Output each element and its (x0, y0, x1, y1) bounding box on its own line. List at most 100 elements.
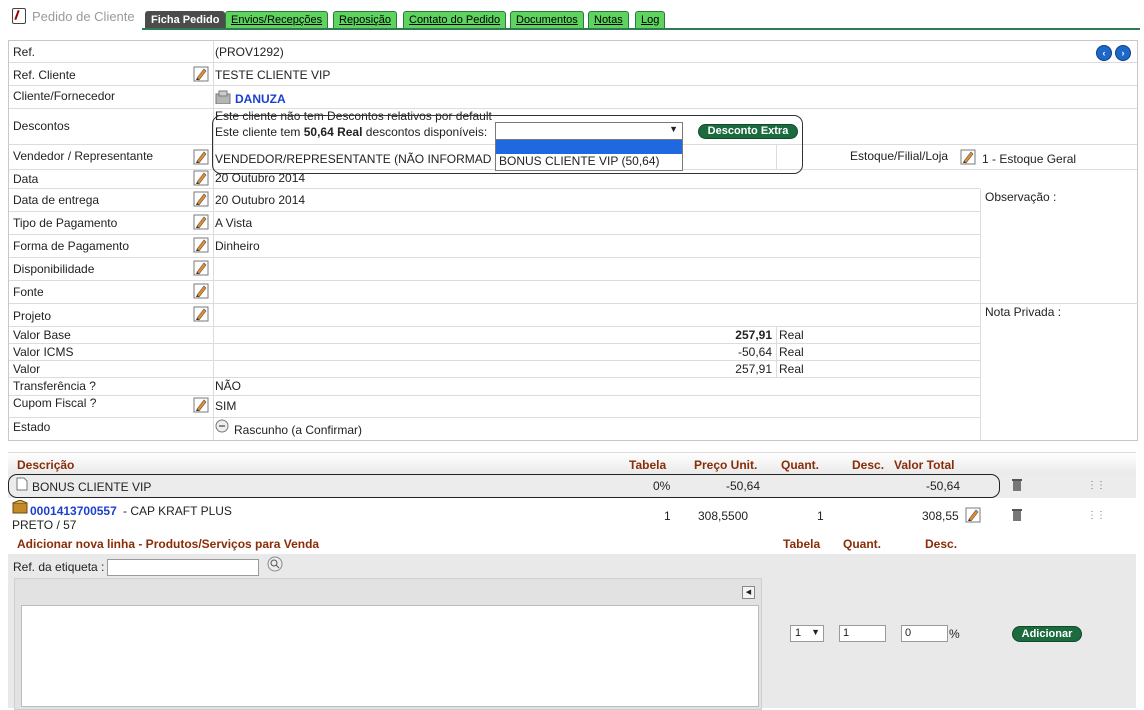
edit-pencil-icon[interactable] (193, 306, 209, 322)
edit-pencil-icon[interactable] (965, 507, 981, 523)
data-label: Data (13, 172, 39, 186)
edit-pencil-icon[interactable] (960, 149, 976, 165)
edit-pencil-icon[interactable] (193, 260, 209, 276)
col-tabela: Tabela (629, 458, 667, 472)
row-ref-cliente: Ref. Cliente TESTE CLIENTE VIP (9, 63, 1137, 86)
valor-base-unit: Real (779, 328, 804, 342)
edit-pencil-icon[interactable] (193, 237, 209, 253)
row-data-entrega: Data de entrega 20 Outubro 2014 (9, 189, 980, 212)
product-box-icon (12, 499, 28, 517)
desconto-extra-button[interactable]: Desconto Extra (698, 124, 798, 139)
line-preco: 308,5500 (698, 509, 749, 523)
next-record-icon[interactable]: › (1115, 45, 1131, 61)
page-title: Pedido de Cliente (12, 8, 135, 24)
transferencia-value: NÃO (215, 379, 242, 393)
cupom-value: SIM (215, 399, 237, 413)
valor-icms-unit: Real (779, 345, 804, 359)
tab-reposicao[interactable]: Reposição (333, 11, 397, 29)
col-quant: Quant. (781, 458, 819, 472)
tabela-select[interactable]: 1 ▼ (790, 625, 824, 642)
row-tipo-pagamento: Tipo de Pagamento A Vista (9, 212, 980, 235)
tab-ficha-pedido[interactable]: Ficha Pedido (145, 11, 226, 29)
tipo-pagamento-value: A Vista (215, 216, 253, 230)
dropdown-option-bonus[interactable]: BONUS CLIENTE VIP (50,64) (496, 154, 682, 169)
edit-pencil-icon[interactable] (193, 214, 209, 230)
order-icon (12, 8, 26, 24)
row-estado: Estado Rascunho (a Confirmar) (9, 418, 980, 439)
top-bar: Pedido de Cliente Ficha Pedido Envios/Re… (0, 0, 1144, 32)
dropdown-option-empty[interactable] (496, 140, 682, 154)
valor-icms-label: Valor ICMS (13, 345, 74, 359)
col-total: Valor Total (894, 458, 955, 472)
line-quant: 1 (817, 509, 824, 523)
entrega-value: 20 Outubro 2014 (215, 193, 306, 207)
disponibilidade-label: Disponibilidade (13, 262, 95, 276)
row-valor-icms: Valor ICMS -50,64 Real (9, 344, 980, 361)
table-row[interactable]: 0001413700557 - CAP KRAFT PLUS PRETO / 5… (8, 499, 1136, 533)
product-description-2: PRETO / 57 (12, 518, 77, 532)
forma-pagamento-label: Forma de Pagamento (13, 239, 130, 253)
order-form: Ref. (PROV1292) ‹ › Ref. Cliente TESTE C… (8, 40, 1138, 441)
search-icon[interactable] (267, 556, 283, 575)
observacao-label: Observação : (985, 190, 1057, 204)
edit-pencil-icon[interactable] (193, 66, 209, 82)
add-col-tabela: Tabela (783, 537, 821, 551)
edit-pencil-icon[interactable] (193, 149, 209, 165)
product-description-editor[interactable] (21, 605, 759, 707)
add-col-desc: Desc. (925, 537, 958, 551)
quantity-input[interactable]: 1 (839, 625, 886, 642)
ref-etiqueta-input[interactable] (107, 559, 259, 576)
entrega-label: Data de entrega (13, 193, 100, 207)
cupom-label: Cupom Fiscal ? (13, 396, 97, 410)
tab-envios[interactable]: Envios/Recepções (225, 11, 329, 29)
col-preco: Preço Unit. (694, 458, 758, 472)
observacao-cell[interactable]: Observação : (980, 189, 1138, 304)
edit-pencil-icon[interactable] (193, 170, 209, 186)
tab-notas[interactable]: Notas (588, 11, 629, 29)
add-line-area: Ref. da etiqueta : ◀ 1 ▼ 1 0 % Adicionar (8, 554, 1136, 710)
edit-pencil-icon[interactable] (193, 191, 209, 207)
add-col-quant: Quant. (843, 537, 881, 551)
valor-label: Valor (13, 362, 41, 376)
discount-input[interactable]: 0 (901, 625, 948, 642)
row-fonte: Fonte (9, 281, 980, 304)
edit-pencil-icon[interactable] (193, 397, 209, 413)
company-icon (215, 90, 231, 107)
cliente-link[interactable]: DANUZA (235, 92, 286, 106)
adicionar-button[interactable]: Adicionar (1012, 626, 1082, 642)
product-description: - CAP KRAFT PLUS (123, 504, 232, 518)
drag-handle-icon[interactable]: ⋮⋮ (1087, 510, 1106, 521)
row-disponibilidade: Disponibilidade (9, 258, 980, 281)
previous-record-icon[interactable]: ‹ (1096, 45, 1112, 61)
edit-pencil-icon[interactable] (193, 283, 209, 299)
row-ref: Ref. (PROV1292) ‹ › (9, 41, 1137, 63)
cliente-label: Cliente/Fornecedor (13, 89, 116, 103)
tab-log[interactable]: Log (635, 11, 666, 29)
row-valor-base: Valor Base 257,91 Real (9, 327, 980, 344)
nota-privada-cell[interactable]: Nota Privada : (980, 304, 1138, 440)
line-tabela: 1 (664, 509, 671, 523)
ref-value: (PROV1292) (215, 45, 284, 59)
row-cupom-fiscal: Cupom Fiscal ? SIM (9, 396, 980, 418)
delete-icon[interactable] (1011, 508, 1023, 522)
fonte-label: Fonte (13, 285, 44, 299)
line-total: 308,55 (922, 509, 959, 523)
tab-contato-pedido[interactable]: Contato do Pedido (403, 11, 507, 29)
row-transferencia: Transferência ? NÃO (9, 378, 980, 396)
record-nav: ‹ › (1096, 45, 1131, 61)
status-draft-icon (215, 419, 229, 436)
estado-value: Rascunho (a Confirmar) (234, 423, 363, 437)
tab-documentos[interactable]: Documentos (510, 11, 584, 29)
valor-icms-value: -50,64 (737, 345, 772, 359)
delete-icon[interactable] (1011, 478, 1023, 492)
line-highlight (8, 474, 1000, 498)
collapse-icon[interactable]: ◀ (742, 586, 755, 599)
ref-label: Ref. (13, 45, 36, 59)
drag-handle-icon[interactable]: ⋮⋮ (1087, 480, 1106, 491)
nota-privada-label: Nota Privada : (985, 305, 1062, 319)
product-ref-link[interactable]: 0001413700557 (30, 504, 117, 518)
ref-cliente-label: Ref. Cliente (13, 68, 76, 82)
forma-pagamento-value: Dinheiro (215, 239, 260, 253)
row-cliente: Cliente/Fornecedor DANUZA (9, 86, 1137, 109)
desconto-select[interactable]: ▼ (495, 122, 683, 140)
